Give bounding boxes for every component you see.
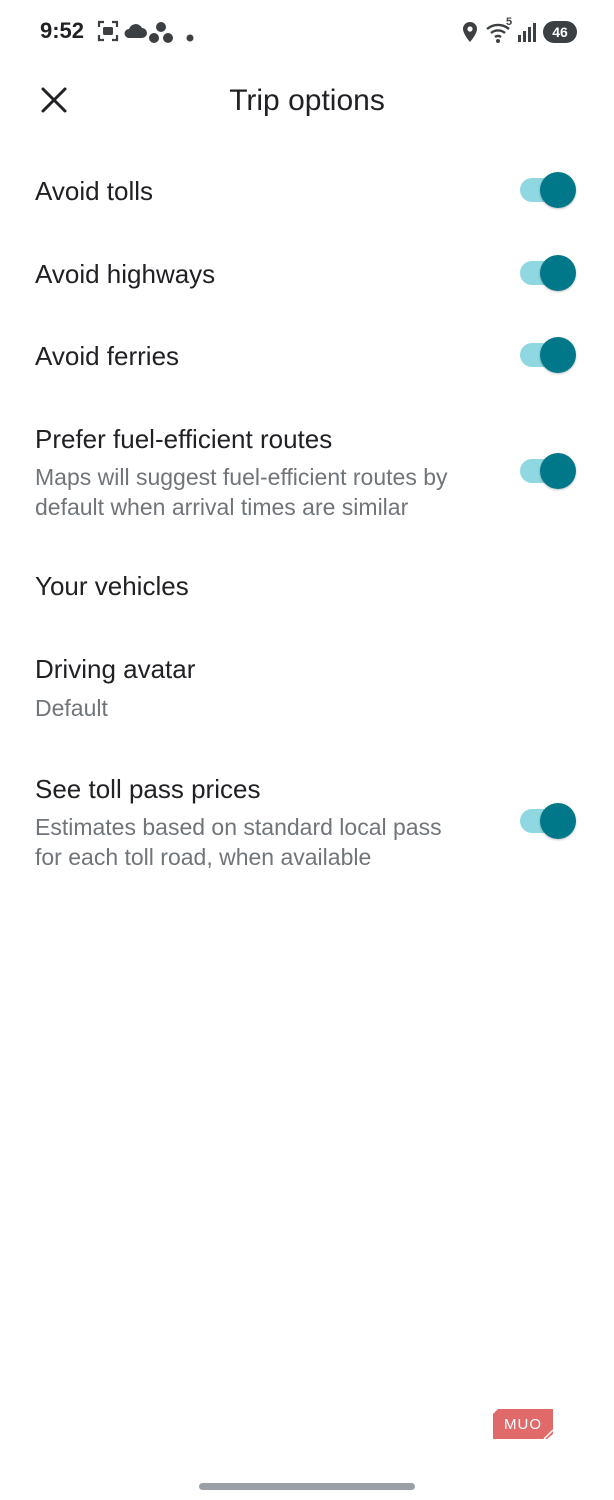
option-your-vehicles[interactable]: Your vehicles (0, 555, 614, 617)
option-label: See toll pass prices (35, 774, 261, 804)
option-description-line: Estimates based on standard local pass (35, 814, 442, 840)
toggle-thumb (540, 453, 576, 489)
cloud-icon (123, 23, 147, 44)
battery-indicator: 46 (543, 21, 577, 43)
option-toll-pass-prices[interactable]: See toll pass prices Estimates based on … (0, 760, 614, 880)
option-label: Avoid highways (35, 259, 216, 289)
cluster-icon (149, 22, 173, 49)
option-description-line: for each toll road, when available (35, 844, 372, 870)
option-fuel-efficient[interactable]: Prefer fuel-efficient routes Maps will s… (0, 410, 614, 530)
avoid-tolls-toggle[interactable] (518, 172, 576, 208)
muo-watermark-logo: MUO (492, 1408, 554, 1440)
toggle-thumb (540, 803, 576, 839)
avoid-ferries-toggle[interactable] (518, 337, 576, 373)
toggle-thumb (540, 172, 576, 208)
option-label: Driving avatar (35, 654, 196, 684)
status-time: 9:52 (40, 18, 85, 43)
status-bar: 9:52 5 46 (0, 0, 614, 64)
option-description-line: default when arrival times are similar (35, 494, 409, 520)
watermark-text: MUO (504, 1416, 542, 1433)
option-label: Avoid ferries (35, 341, 180, 371)
wifi-badge: 5 (506, 16, 513, 28)
location-icon (462, 22, 478, 47)
fuel-efficient-toggle[interactable] (518, 453, 576, 489)
avoid-highways-toggle[interactable] (518, 255, 576, 291)
option-label: Avoid tolls (35, 176, 154, 206)
toggle-thumb (540, 255, 576, 291)
option-value: Default (35, 695, 108, 721)
wifi-icon: 5 (486, 16, 514, 49)
option-avoid-ferries[interactable]: Avoid ferries (0, 325, 614, 395)
toll-pass-toggle[interactable] (518, 803, 576, 839)
page-title: Trip options (229, 84, 385, 117)
option-avoid-tolls[interactable]: Avoid tolls (0, 160, 614, 230)
option-label: Your vehicles (35, 571, 189, 601)
option-description-line: Maps will suggest fuel-efficient routes … (35, 464, 448, 490)
dot-icon (186, 29, 194, 47)
option-driving-avatar[interactable]: Driving avatar Default (0, 640, 614, 730)
signal-icon (517, 22, 537, 47)
screenshot-icon (97, 20, 119, 47)
option-avoid-highways[interactable]: Avoid highways (0, 243, 614, 313)
toggle-thumb (540, 337, 576, 373)
gesture-nav-handle[interactable] (199, 1483, 415, 1490)
option-label: Prefer fuel-efficient routes (35, 424, 333, 454)
